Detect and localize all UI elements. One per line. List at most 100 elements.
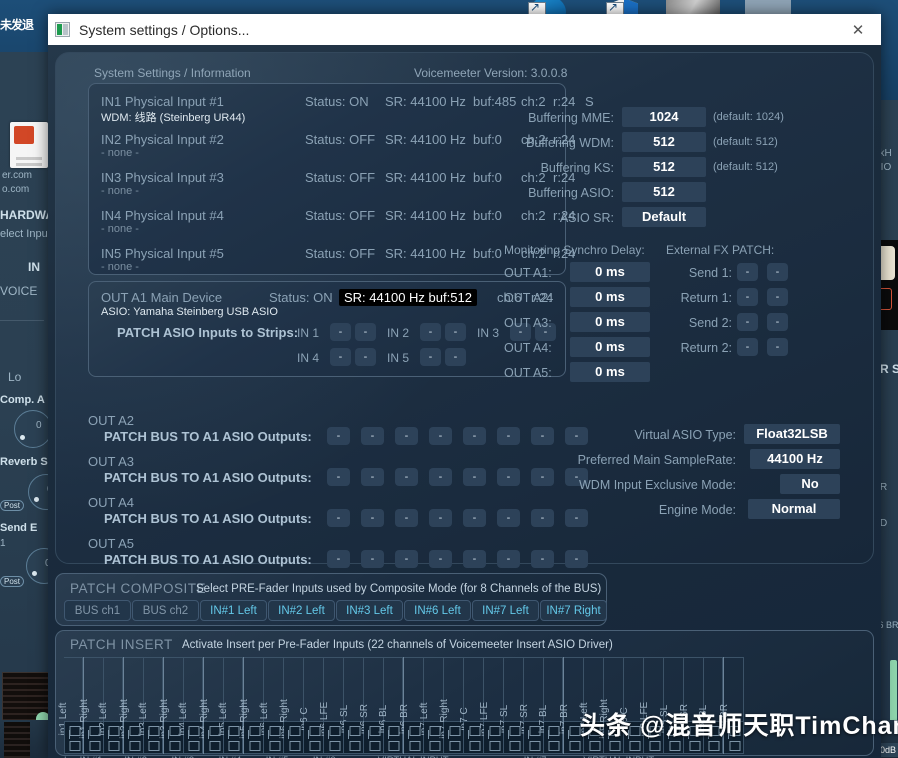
patch-bus-cell[interactable]: - (395, 509, 418, 527)
buffering-wdm-default: (default: 512) (713, 136, 778, 148)
buffering-ks-value[interactable]: 512 (622, 157, 706, 177)
patch-slot-in1-b[interactable]: - (355, 323, 376, 341)
input-device[interactable]: - none - (101, 261, 139, 273)
patch-bus-cell[interactable]: - (429, 550, 452, 568)
composite-button-bus-ch2[interactable]: BUS ch2 (132, 600, 199, 621)
patch-bus-cell[interactable]: - (361, 468, 384, 486)
patch-bus-cell[interactable]: - (361, 427, 384, 445)
fx-return1-a[interactable]: - (737, 288, 758, 306)
input-device[interactable]: - none - (101, 147, 139, 159)
vm-knob-reverb[interactable] (28, 474, 48, 510)
settings-main-panel: System Settings / Information Voicemeete… (55, 52, 874, 564)
patch-bus-cell[interactable]: - (395, 468, 418, 486)
synchro-a2-label: OUT A2: (504, 291, 564, 305)
asio-sr-value[interactable]: Default (622, 207, 706, 227)
patch-bus-cell[interactable]: - (463, 509, 486, 527)
patch-bus-cell[interactable]: - (565, 550, 588, 568)
fx-send2-a[interactable]: - (737, 313, 758, 331)
vm-post-button-2[interactable]: Post (0, 576, 24, 587)
patch-slot-in5-b[interactable]: - (445, 348, 466, 366)
patch-slot-in4-b[interactable]: - (355, 348, 376, 366)
patch-bus-cell[interactable]: - (361, 550, 384, 568)
fx-send1-a[interactable]: - (737, 263, 758, 281)
patch-bus-cell[interactable]: - (497, 550, 520, 568)
patch-bus-cell[interactable]: - (497, 509, 520, 527)
preferred-samplerate-value[interactable]: 44100 Hz (750, 449, 840, 469)
vm-post-button-1[interactable]: Post (0, 500, 24, 511)
patch-composite-buttons: BUS ch1 BUS ch2 IN#1 Left IN#2 Left IN#3… (64, 600, 607, 621)
buffering-asio-value[interactable]: 512 (622, 182, 706, 202)
patch-slot-in5-a[interactable]: - (420, 348, 441, 366)
composite-button-bus-ch1[interactable]: BUS ch1 (64, 600, 131, 621)
virtual-asio-type-value[interactable]: Float32LSB (744, 424, 840, 444)
buffering-mme-label: Buffering MME: (504, 111, 614, 125)
fx-return2-b[interactable]: - (767, 338, 788, 356)
synchro-a3-label: OUT A3: (504, 316, 564, 330)
patch-bus-cell[interactable]: - (565, 509, 588, 527)
vm-text-url2: o.com (2, 184, 29, 195)
synchro-a4-value[interactable]: 0 ms (570, 337, 650, 357)
synchro-a2-value[interactable]: 0 ms (570, 287, 650, 307)
composite-button-in3-left[interactable]: IN#3 Left (336, 600, 403, 621)
out-a1-sr-buf: SR: 44100 Hz buf:512 (339, 289, 477, 306)
close-icon[interactable]: ✕ (835, 14, 881, 45)
patch-bus-cell[interactable]: - (429, 468, 452, 486)
patch-slot-in2-b[interactable]: - (445, 323, 466, 341)
dialog-titlebar[interactable]: System settings / Options... ✕ (48, 14, 881, 45)
patch-bus-cell[interactable]: - (327, 550, 350, 568)
patch-slot-in2-a[interactable]: - (420, 323, 441, 341)
insert-channel-column: in7 Right (444, 657, 464, 754)
patch-bus-cell[interactable]: - (463, 550, 486, 568)
patch-bus-cell[interactable]: - (429, 509, 452, 527)
synchro-a5-value[interactable]: 0 ms (570, 362, 650, 382)
patch-bus-cell[interactable]: - (361, 509, 384, 527)
input-title: IN1 Physical Input #1 (101, 94, 224, 109)
composite-button-in1-left[interactable]: IN#1 Left (200, 600, 267, 621)
patch-bus-cell[interactable]: - (327, 427, 350, 445)
virtual-asio-type-label: Virtual ASIO Type: (556, 428, 736, 442)
patch-bus-cell[interactable]: - (395, 550, 418, 568)
composite-button-in2-left[interactable]: IN#2 Left (268, 600, 335, 621)
fx-return1-b[interactable]: - (767, 288, 788, 306)
patch-slot-in4-a[interactable]: - (330, 348, 351, 366)
buffering-wdm-value[interactable]: 512 (622, 132, 706, 152)
patch-bus-cell[interactable]: - (327, 509, 350, 527)
synchro-a3-value[interactable]: 0 ms (570, 312, 650, 332)
patch-bus-cell[interactable]: - (497, 427, 520, 445)
composite-button-in6-left[interactable]: IN#6 Left (404, 600, 471, 621)
insert-channel-column: in6 Right (284, 657, 304, 754)
synchro-a1-value[interactable]: 0 ms (570, 262, 650, 282)
patch-bus-cell[interactable]: - (531, 550, 554, 568)
patch-asio-inputs-label: PATCH ASIO Inputs to Strips: (117, 325, 298, 340)
out-a1-device[interactable]: ASIO: Yamaha Steinberg USB ASIO (101, 306, 278, 318)
patch-slot-label-in1: IN 1 (297, 326, 319, 340)
input-device[interactable]: - none - (101, 223, 139, 235)
section-header-information: System Settings / Information (94, 66, 251, 80)
input-device[interactable]: - none - (101, 185, 139, 197)
patch-bus-label: PATCH BUS TO A1 ASIO Outputs: (104, 429, 312, 444)
patch-slot-in1-a[interactable]: - (330, 323, 351, 341)
buffering-mme-value[interactable]: 1024 (622, 107, 706, 127)
insert-toggle-switch[interactable] (724, 721, 744, 754)
vm-text-voice: VOICE (0, 284, 37, 298)
composite-button-in7-right[interactable]: IN#7 Right (540, 600, 607, 621)
patch-bus-cell[interactable]: - (327, 468, 350, 486)
fx-send2-b[interactable]: - (767, 313, 788, 331)
patch-bus-cell[interactable]: - (463, 427, 486, 445)
composite-button-in7-left[interactable]: IN#7 Left (472, 600, 539, 621)
patch-bus-cell[interactable]: - (531, 509, 554, 527)
engine-mode-value[interactable]: Normal (748, 499, 840, 519)
input-device[interactable]: WDM: 线路 (Steinberg UR44) (101, 109, 245, 125)
vm-knob-comp[interactable] (14, 410, 48, 448)
wdm-exclusive-mode-value[interactable]: No (780, 474, 840, 494)
patch-bus-cell[interactable]: - (531, 427, 554, 445)
powerpoint-file-icon[interactable] (10, 122, 48, 168)
input-r: r:24 (553, 94, 575, 109)
patch-bus-cell[interactable]: - (463, 468, 486, 486)
patch-bus-label: PATCH BUS TO A1 ASIO Outputs: (104, 511, 312, 526)
fx-return2-a[interactable]: - (737, 338, 758, 356)
patch-bus-cell[interactable]: - (497, 468, 520, 486)
fx-send1-b[interactable]: - (767, 263, 788, 281)
patch-bus-cell[interactable]: - (395, 427, 418, 445)
patch-bus-cell[interactable]: - (429, 427, 452, 445)
